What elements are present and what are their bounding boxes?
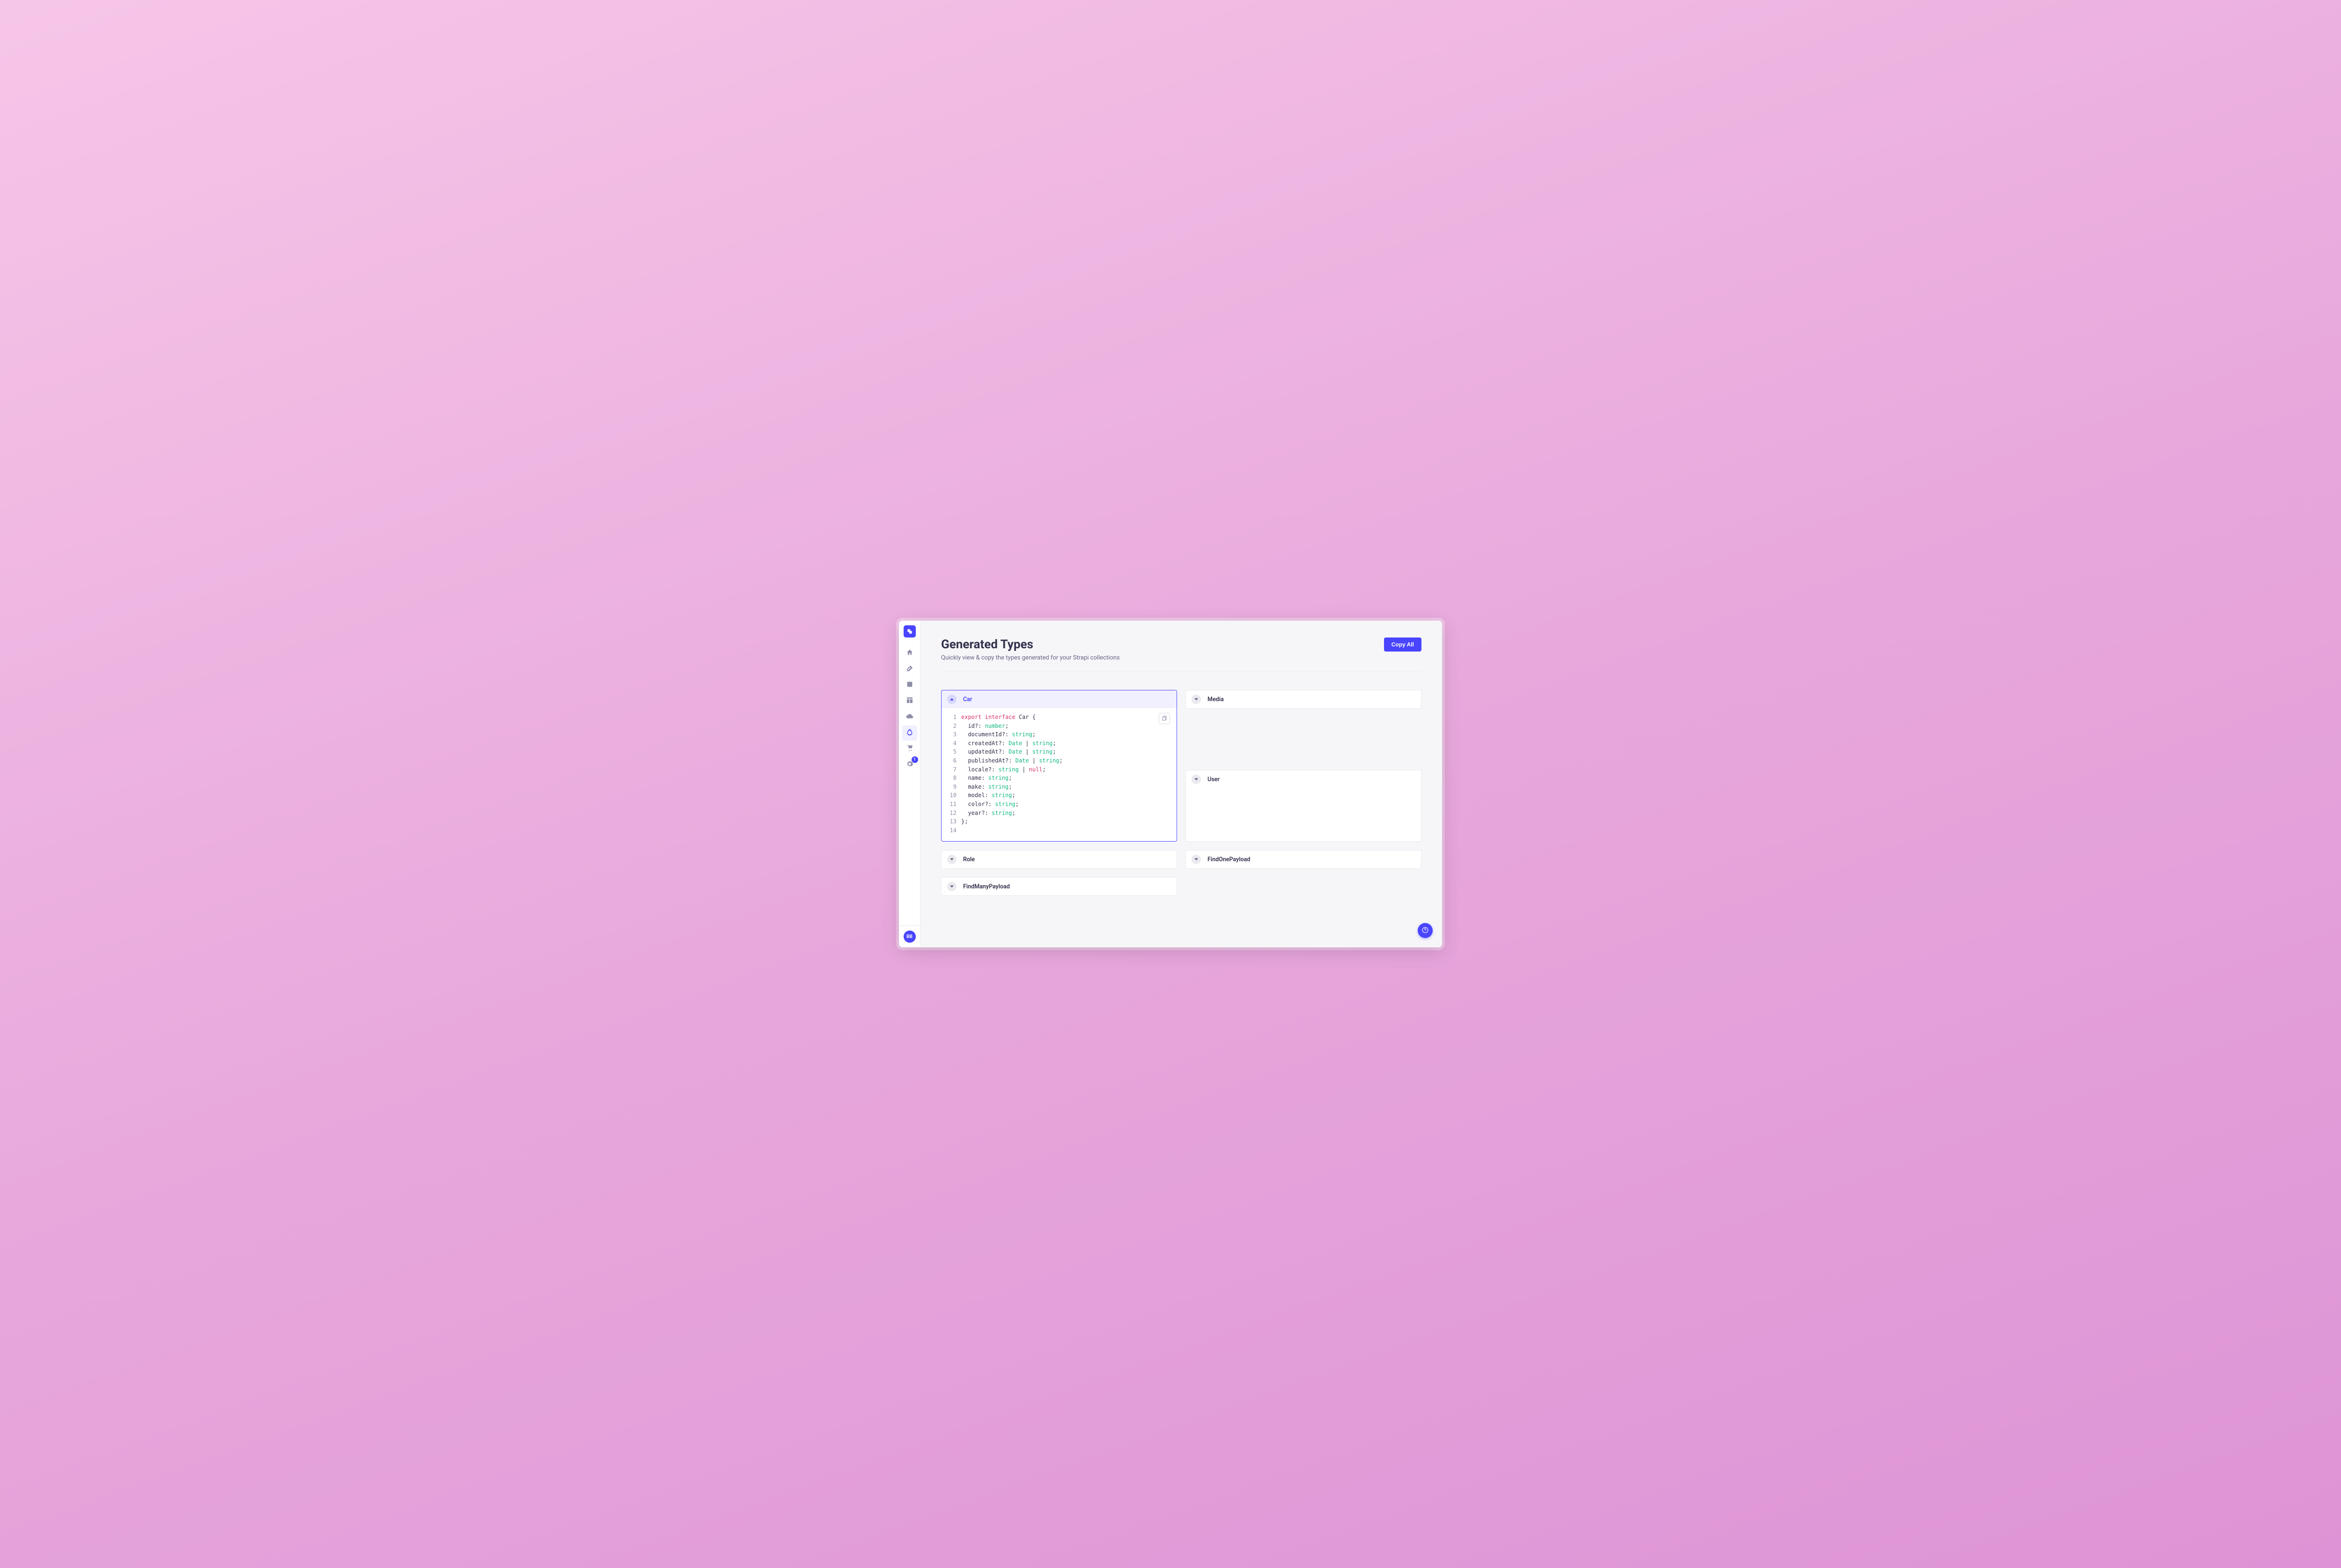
settings-badge: 1 — [912, 756, 918, 763]
strapi-logo[interactable] — [904, 625, 916, 637]
panel-header-user[interactable]: User — [1186, 770, 1421, 788]
panels-grid: Car 1234567891011121314 export interface… — [941, 690, 1421, 896]
sidebar: 1 BB — [899, 621, 920, 947]
nav-settings[interactable]: 1 — [902, 757, 917, 772]
code-block-car: 1234567891011121314 export interface Car… — [948, 713, 1170, 835]
panel-findmanypayload: FindManyPayload — [941, 877, 1177, 896]
cloud-icon — [906, 712, 913, 722]
chevron-down-icon — [947, 855, 957, 864]
panel-body-car: 1234567891011121314 export interface Car… — [942, 708, 1177, 841]
panel-title-findonepayload: FindOnePayload — [1207, 856, 1250, 863]
question-icon — [1422, 926, 1428, 935]
pen-icon — [906, 665, 913, 674]
chevron-down-icon — [1192, 695, 1201, 704]
panel-user: User — [1185, 770, 1421, 842]
nav-plugin-types[interactable] — [902, 725, 917, 740]
chevron-up-icon — [947, 695, 957, 704]
help-button[interactable] — [1418, 923, 1433, 938]
panel-header-findmanypayload[interactable]: FindManyPayload — [942, 878, 1177, 895]
panel-header-media[interactable]: Media — [1186, 690, 1421, 708]
panel-media: Media — [1185, 690, 1421, 709]
chevron-down-icon — [1192, 855, 1201, 864]
nav-builder[interactable] — [902, 694, 917, 709]
panel-role: Role — [941, 850, 1177, 869]
nav-media[interactable] — [902, 678, 917, 693]
layout-icon — [906, 696, 913, 706]
panel-title-findmanypayload: FindManyPayload — [963, 883, 1010, 890]
panel-findonepayload: FindOnePayload — [1185, 850, 1421, 869]
panel-title-media: Media — [1207, 696, 1224, 703]
nav-cloud[interactable] — [902, 710, 917, 725]
nav-marketplace[interactable] — [902, 741, 917, 756]
panel-title-role: Role — [963, 856, 975, 863]
panel-header-role[interactable]: Role — [942, 850, 1177, 868]
leaf-icon — [906, 728, 913, 738]
sidebar-footer: BB — [899, 925, 920, 947]
cart-icon — [906, 744, 913, 754]
chevron-down-icon — [1192, 775, 1201, 784]
nav-content[interactable] — [902, 662, 917, 677]
copy-all-button[interactable]: Copy All — [1384, 637, 1421, 652]
panel-title-car: Car — [963, 696, 972, 703]
panel-title-user: User — [1207, 776, 1220, 783]
clipboard-icon — [1162, 715, 1167, 722]
image-icon — [906, 681, 913, 690]
main-content: Generated Types Quickly view & copy the … — [920, 621, 1442, 947]
copy-button-car[interactable] — [1159, 713, 1170, 724]
app-window: 1 BB Generated Types Quickly view & copy… — [899, 621, 1442, 947]
page-title: Generated Types — [941, 637, 1120, 652]
user-avatar[interactable]: BB — [904, 931, 916, 943]
chevron-down-icon — [947, 882, 957, 891]
home-icon — [906, 649, 913, 658]
panel-car: Car 1234567891011121314 export interface… — [941, 690, 1177, 842]
nav-home[interactable] — [902, 646, 917, 661]
panel-header-findonepayload[interactable]: FindOnePayload — [1186, 850, 1421, 868]
panel-header-car[interactable]: Car — [942, 690, 1177, 708]
page-subtitle: Quickly view & copy the types generated … — [941, 654, 1120, 661]
